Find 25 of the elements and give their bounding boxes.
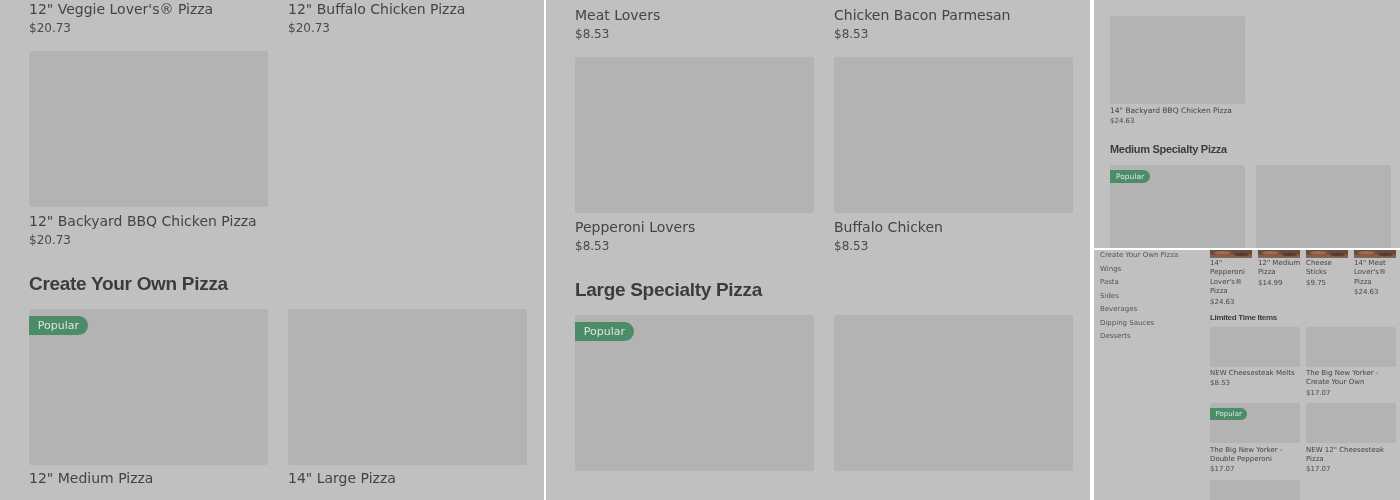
popular-badge: Popular xyxy=(29,315,88,336)
item-price: $20.73 xyxy=(29,19,72,37)
item-price: $8.53 xyxy=(834,237,870,255)
item-name[interactable]: 12" Veggie Lover's® Pizza xyxy=(29,0,268,19)
item-name[interactable]: Chicken Bacon Parmesan xyxy=(834,6,1073,25)
item-price: $8.53 xyxy=(575,237,611,255)
item-name[interactable]: 12" Backyard BBQ Chicken Pizza xyxy=(29,211,268,231)
photo-placeholder[interactable] xyxy=(1256,165,1391,248)
item-name[interactable]: Buffalo Chicken xyxy=(834,217,1073,237)
item-name[interactable]: 12" Medium Pizza xyxy=(29,469,268,489)
section-heading: Large Specialty Pizza xyxy=(575,279,764,302)
popular-badge: Popular xyxy=(575,321,634,342)
item-name[interactable]: 12" Buffalo Chicken Pizza xyxy=(288,0,527,19)
item-price: $20.73 xyxy=(29,231,72,249)
item-price: $20.73 xyxy=(288,19,331,37)
section-heading: Create Your Own Pizza xyxy=(29,273,229,296)
item-name[interactable]: Meat Lovers xyxy=(575,6,814,25)
item-name[interactable]: 14" Large Pizza xyxy=(288,469,527,489)
photo-placeholder[interactable]: Popular xyxy=(29,309,268,466)
section-heading: Limited Time Items xyxy=(1210,312,1278,322)
photo-placeholder[interactable]: Popular xyxy=(575,315,814,472)
item-price: $8.53 xyxy=(575,25,611,43)
item-name[interactable]: Pepperoni Lovers xyxy=(575,217,814,237)
section-heading: Medium Specialty Pizza xyxy=(1110,143,1229,156)
item-price: $8.53 xyxy=(834,25,870,43)
